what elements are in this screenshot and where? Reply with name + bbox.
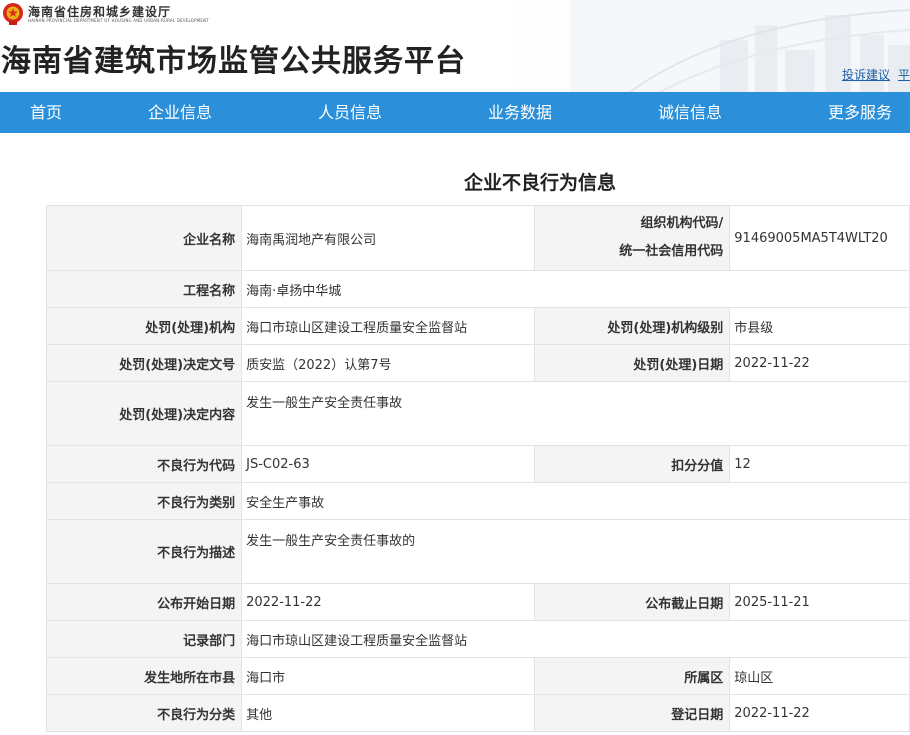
table-row: 工程名称 海南·卓扬中华城 xyxy=(45,270,910,308)
org-code-label-line2: 统一社会信用代码 xyxy=(619,244,724,259)
table-row: 企业名称 海南禹润地产有限公司 组织机构代码/ 统一社会信用代码 9146900… xyxy=(45,205,910,271)
publish-start-value: 2022-11-22 xyxy=(241,583,536,621)
top-links: 投诉建议平 xyxy=(834,66,910,83)
decision-content-value: 发生一般生产安全责任事故 xyxy=(241,381,910,446)
table-row: 不良行为描述 发生一般生产安全责任事故的 xyxy=(45,519,910,584)
platform-link[interactable]: 平 xyxy=(898,68,910,82)
record-dept-value: 海口市琼山区建设工程质量安全监督站 xyxy=(241,620,910,658)
national-emblem-icon xyxy=(3,3,23,25)
nav-item-business-data[interactable]: 业务数据 xyxy=(488,92,552,133)
project-name-value: 海南·卓扬中华城 xyxy=(241,270,910,308)
penalty-org-label: 处罚(处理)机构 xyxy=(45,307,243,345)
city-label: 发生地所在市县 xyxy=(45,657,243,695)
behavior-code-value: JS-C02-63 xyxy=(241,445,536,483)
org-code-label: 组织机构代码/ 统一社会信用代码 xyxy=(534,205,731,271)
behavior-category-value: 安全生产事故 xyxy=(241,482,910,520)
register-date-value: 2022-11-22 xyxy=(729,694,910,732)
behavior-description-value: 发生一般生产安全责任事故的 xyxy=(241,519,910,584)
nav-item-home[interactable]: 首页 xyxy=(30,92,62,133)
nav-item-credit[interactable]: 诚信信息 xyxy=(658,92,722,133)
platform-title: 海南省建筑市场监管公共服务平台 xyxy=(1,44,466,79)
section-title: 企业不良行为信息 xyxy=(463,172,616,194)
nav-item-personnel[interactable]: 人员信息 xyxy=(318,92,382,133)
penalty-date-value: 2022-11-22 xyxy=(729,344,910,382)
behavior-code-label: 不良行为代码 xyxy=(45,445,243,483)
record-dept-label: 记录部门 xyxy=(45,620,243,658)
company-name-value: 海南禹润地产有限公司 xyxy=(241,205,536,271)
project-name-label: 工程名称 xyxy=(45,270,243,308)
agency-english-name: HAINAN PROVINCIAL DEPARTMENT OF HOUSING … xyxy=(28,18,209,23)
org-code-label-line1: 组织机构代码/ xyxy=(640,216,724,231)
publish-start-label: 公布开始日期 xyxy=(45,583,243,621)
main-nav: 首页 企业信息 人员信息 业务数据 诚信信息 更多服务 xyxy=(0,92,910,133)
table-row: 不良行为类别 安全生产事故 xyxy=(45,482,910,520)
register-date-label: 登记日期 xyxy=(534,694,731,732)
publish-end-value: 2025-11-21 xyxy=(729,583,910,621)
classification-label: 不良行为分类 xyxy=(45,694,243,732)
penalty-level-label: 处罚(处理)机构级别 xyxy=(534,307,731,345)
district-label: 所属区 xyxy=(534,657,731,695)
table-row: 公布开始日期 2022-11-22 公布截止日期 2025-11-21 xyxy=(45,583,910,621)
bad-behavior-table: 企业名称 海南禹润地产有限公司 组织机构代码/ 统一社会信用代码 9146900… xyxy=(45,205,910,732)
org-code-value: 91469005MA5T4WLT20 xyxy=(729,205,910,271)
table-row: 不良行为代码 JS-C02-63 扣分分值 12 xyxy=(45,445,910,483)
penalty-org-value: 海口市琼山区建设工程质量安全监督站 xyxy=(241,307,536,345)
penalty-date-label: 处罚(处理)日期 xyxy=(534,344,731,382)
company-name-label: 企业名称 xyxy=(45,205,243,271)
table-row: 发生地所在市县 海口市 所属区 琼山区 xyxy=(45,657,910,695)
district-value: 琼山区 xyxy=(729,657,910,695)
nav-item-more[interactable]: 更多服务 xyxy=(828,92,892,133)
table-row: 处罚(处理)决定内容 发生一般生产安全责任事故 xyxy=(45,381,910,446)
decision-number-label: 处罚(处理)决定文号 xyxy=(45,344,243,382)
deduct-score-label: 扣分分值 xyxy=(534,445,731,483)
table-row: 不良行为分类 其他 登记日期 2022-11-22 xyxy=(45,694,910,732)
site-header: 海南省住房和城乡建设厅 HAINAN PROVINCIAL DEPARTMENT… xyxy=(0,0,910,92)
behavior-description-label: 不良行为描述 xyxy=(45,519,243,584)
nav-item-enterprise[interactable]: 企业信息 xyxy=(148,92,212,133)
deduct-score-value: 12 xyxy=(729,445,910,483)
city-value: 海口市 xyxy=(241,657,536,695)
table-row: 处罚(处理)决定文号 质安监（2022）认第7号 处罚(处理)日期 2022-1… xyxy=(45,344,910,382)
behavior-category-label: 不良行为类别 xyxy=(45,482,243,520)
table-row: 处罚(处理)机构 海口市琼山区建设工程质量安全监督站 处罚(处理)机构级别 市县… xyxy=(45,307,910,345)
classification-value: 其他 xyxy=(241,694,536,732)
penalty-level-value: 市县级 xyxy=(729,307,910,345)
complaint-link[interactable]: 投诉建议 xyxy=(842,68,890,82)
decision-number-value: 质安监（2022）认第7号 xyxy=(241,344,536,382)
table-row: 记录部门 海口市琼山区建设工程质量安全监督站 xyxy=(45,620,910,658)
decision-content-label: 处罚(处理)决定内容 xyxy=(45,381,243,446)
publish-end-label: 公布截止日期 xyxy=(534,583,731,621)
